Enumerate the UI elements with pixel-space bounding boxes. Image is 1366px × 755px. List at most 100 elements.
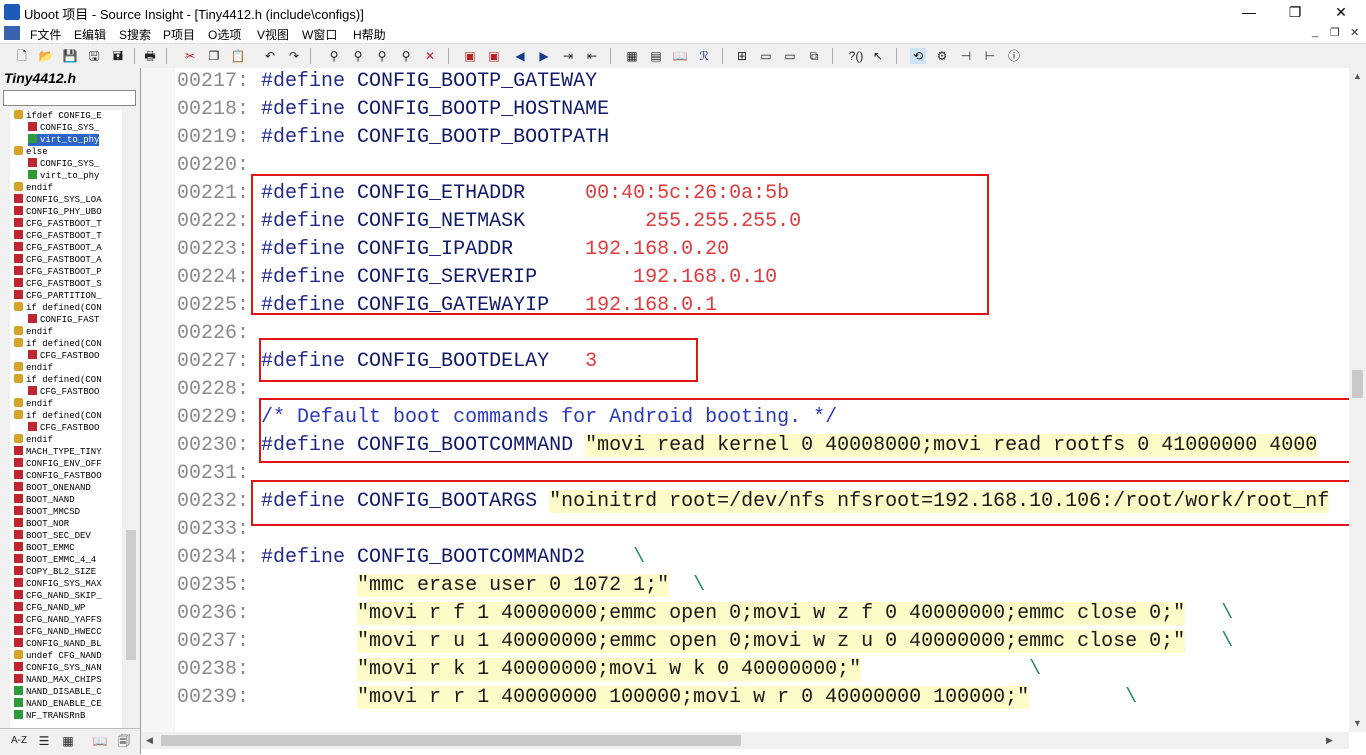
symbol-list-item[interactable]: CONFIG_SYS_ xyxy=(28,122,99,134)
category-icon[interactable]: ▦ xyxy=(60,733,76,749)
call-graph-icon[interactable]: ⊢ xyxy=(982,48,998,64)
open-file-icon[interactable]: 📂 xyxy=(38,48,54,64)
symbol-list-item[interactable]: if defined(CON xyxy=(14,374,102,386)
mdi-minimize-button[interactable]: _ xyxy=(1312,26,1318,38)
sort-az-icon[interactable]: A-Z xyxy=(8,733,30,749)
code-line[interactable]: 00237: "movi r u 1 40000000;emmc open 0;… xyxy=(177,628,1233,656)
symbol-list-item[interactable]: CONFIG_PHY_UBO xyxy=(14,206,102,218)
symbol-list-item[interactable]: endif xyxy=(14,326,53,338)
bookmark-icon[interactable]: 🗐 xyxy=(116,733,132,749)
symbol-list-item[interactable]: CONFIG_FASTBOO xyxy=(14,470,102,482)
symbol-list-item[interactable]: endif xyxy=(14,398,53,410)
symbol-list-item[interactable]: CFG_FASTBOO xyxy=(28,350,99,362)
symbol-list-item[interactable]: CFG_PARTITION_ xyxy=(14,290,102,302)
symbol-search-input[interactable] xyxy=(3,90,136,106)
symbol-list-item[interactable]: CONFIG_SYS_LOA xyxy=(14,194,102,206)
symbol-list-item[interactable]: BOOT_SEC_DEV xyxy=(14,530,91,542)
symbol-list-item[interactable]: CFG_NAND_WP xyxy=(14,602,85,614)
project-window-icon[interactable]: ▦ xyxy=(624,48,640,64)
menu-project[interactable]: P项目 xyxy=(163,26,195,43)
symbol-list-item[interactable]: CONFIG_SYS_MAX xyxy=(14,578,102,590)
code-line[interactable]: 00231: xyxy=(177,460,261,488)
indent-icon[interactable]: ⇥ xyxy=(560,48,576,64)
code-line[interactable]: 00220: xyxy=(177,152,261,180)
minimize-button[interactable]: — xyxy=(1226,0,1272,24)
find-next-icon[interactable]: ⚲ xyxy=(350,48,366,64)
symbol-list-item[interactable]: BOOT_EMMC xyxy=(14,542,75,554)
symbol-list-item[interactable]: endif xyxy=(14,434,53,446)
symbol-list-item[interactable]: if defined(CON xyxy=(14,410,102,422)
code-line[interactable]: 00236: "movi r f 1 40000000;emmc open 0;… xyxy=(177,600,1233,628)
outdent-icon[interactable]: ⇤ xyxy=(584,48,600,64)
list-icon[interactable]: ☰ xyxy=(36,733,52,749)
symbol-list-item[interactable]: undef CFG_NAND xyxy=(14,650,102,662)
scroll-left-icon[interactable]: ◀ xyxy=(141,732,158,749)
symbol-list-item[interactable]: NF_TRANSRnB xyxy=(14,710,85,722)
symbol-list-item[interactable]: if defined(CON xyxy=(14,338,102,350)
symbol-list-item[interactable]: CFG_FASTBOOT_S xyxy=(14,278,102,290)
symbol-list-item[interactable]: CFG_NAND_YAFFS xyxy=(14,614,102,626)
symbol-list-item[interactable]: endif xyxy=(14,182,53,194)
mdi-close-button[interactable]: ✕ xyxy=(1350,26,1359,39)
symbol-list-scrollbar[interactable] xyxy=(124,110,138,728)
code-line[interactable]: 00217: #define CONFIG_BOOTP_GATEWAY xyxy=(177,68,597,96)
code-line[interactable]: 00233: xyxy=(177,516,261,544)
menu-edit[interactable]: E编辑 xyxy=(74,26,106,43)
symbol-list-item[interactable]: CFG_FASTBOOT_T xyxy=(14,230,102,242)
symbol-list-item[interactable]: CONFIG_FAST xyxy=(28,314,99,326)
new-file-icon[interactable]: 🗋 xyxy=(14,48,30,64)
symbol-list-item[interactable]: CFG_FASTBOO xyxy=(28,422,99,434)
code-line[interactable]: 00228: xyxy=(177,376,261,404)
code-line[interactable]: 00218: #define CONFIG_BOOTP_HOSTNAME xyxy=(177,96,609,124)
system-menu-icon[interactable] xyxy=(4,26,20,40)
replace-icon[interactable]: ⚲ xyxy=(398,48,414,64)
symbol-list-item[interactable]: endif xyxy=(14,362,53,374)
symbol-list-item[interactable]: CONFIG_NAND_BL xyxy=(14,638,102,650)
code-line[interactable]: 00219: #define CONFIG_BOOTP_BOOTPATH xyxy=(177,124,609,152)
bookmark-next-icon[interactable]: ▣ xyxy=(486,48,502,64)
menu-search[interactable]: S搜索 xyxy=(119,26,151,43)
layout-1-icon[interactable]: ⊞ xyxy=(734,48,750,64)
browse-icon[interactable]: ⚙ xyxy=(934,48,950,64)
layout-3-icon[interactable]: ▭ xyxy=(782,48,798,64)
symbol-list-item[interactable]: CFG_FASTBOOT_T xyxy=(14,218,102,230)
relation-window-icon[interactable]: 📖 xyxy=(672,48,688,64)
menu-file[interactable]: F文件 xyxy=(30,26,61,43)
symbol-list-item[interactable]: CONFIG_SYS_NAN xyxy=(14,662,102,674)
symbol-list-item[interactable]: NAND_DISABLE_C xyxy=(14,686,102,698)
scroll-right-icon[interactable]: ▶ xyxy=(1321,732,1338,749)
symbol-list-item[interactable]: CONFIG_SYS_ xyxy=(28,158,99,170)
horizontal-scroll-thumb[interactable] xyxy=(161,735,741,746)
scroll-down-icon[interactable]: ▼ xyxy=(1349,715,1366,732)
mdi-restore-button[interactable]: ❐ xyxy=(1330,26,1340,39)
save-all-icon[interactable]: 🖬 xyxy=(110,48,126,64)
symbol-list-item[interactable]: MACH_TYPE_TINY xyxy=(14,446,102,458)
find-icon[interactable]: ⚲ xyxy=(326,48,342,64)
symbol-list-item[interactable]: CFG_FASTBOO xyxy=(28,386,99,398)
copy-icon[interactable]: ❐ xyxy=(206,48,222,64)
help-pointer-icon[interactable]: ↖ xyxy=(870,48,886,64)
symbol-list-item[interactable]: if defined(CON xyxy=(14,302,102,314)
find-previous-icon[interactable]: ⚲ xyxy=(374,48,390,64)
sync-icon[interactable]: ⟲ xyxy=(910,48,926,64)
symbol-list-item[interactable]: ifdef CONFIG_E xyxy=(14,110,102,122)
save-as-icon[interactable]: 🖫 xyxy=(86,48,102,64)
code-editor[interactable]: 00217: #define CONFIG_BOOTP_GATEWAY 00218… xyxy=(141,68,1349,732)
symbol-list-item[interactable]: BOOT_NOR xyxy=(14,518,69,530)
code-line[interactable]: 00238: "movi r k 1 40000000;movi w k 0 4… xyxy=(177,656,1041,684)
code-line[interactable]: 00226: xyxy=(177,320,261,348)
symbol-list-item[interactable]: COPY_BL2_SIZE xyxy=(14,566,96,578)
print-icon[interactable]: 🖶 xyxy=(142,48,158,64)
editor-vertical-scrollbar[interactable]: ▲ ▼ xyxy=(1349,68,1366,732)
undo-icon[interactable]: ↶ xyxy=(262,48,278,64)
bookmark-toggle-icon[interactable]: ▣ xyxy=(462,48,478,64)
code-line[interactable]: 00235: "mmc erase user 0 1072 1;" \ xyxy=(177,572,705,600)
forward-icon[interactable]: ▶ xyxy=(536,48,552,64)
book-icon[interactable]: 📖 xyxy=(92,733,108,749)
menu-options[interactable]: O选项 xyxy=(208,26,241,43)
menu-help[interactable]: H帮助 xyxy=(353,26,386,43)
symbol-list-item[interactable]: CFG_FASTBOOT_P xyxy=(14,266,102,278)
restore-button[interactable]: ❐ xyxy=(1272,0,1318,24)
context-window-icon[interactable]: ℛ xyxy=(696,48,712,64)
menu-window[interactable]: W窗口 xyxy=(302,26,337,43)
